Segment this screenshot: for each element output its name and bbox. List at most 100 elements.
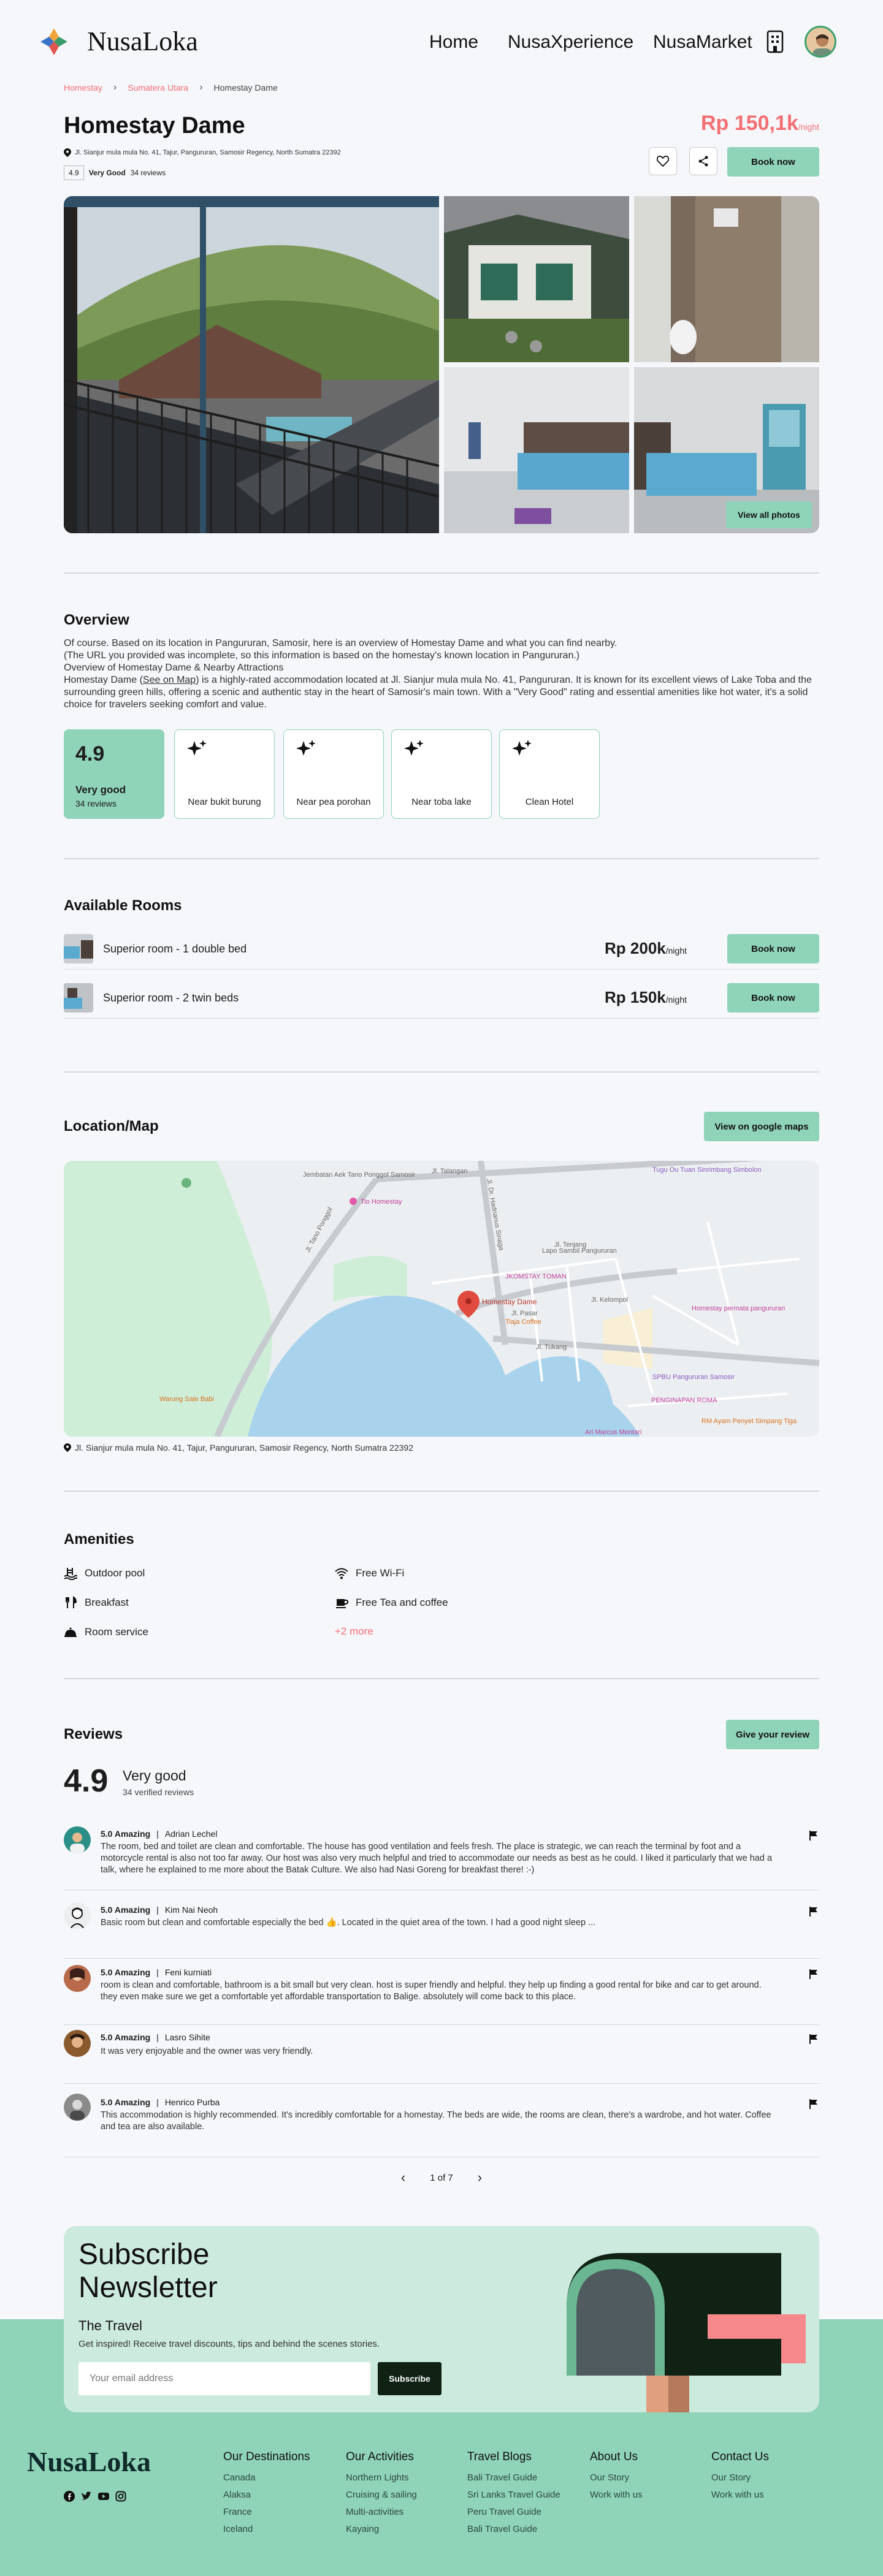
chevron-right-icon: › (113, 82, 117, 93)
see-on-map-link[interactable]: See on Map (143, 675, 196, 685)
instagram-icon[interactable] (115, 2491, 126, 2502)
newsletter-subtitle: The Travel (78, 2318, 142, 2333)
view-all-photos-button[interactable]: View all photos (726, 501, 812, 528)
breadcrumb-sumatera-utara[interactable]: Sumatera Utara (128, 83, 188, 93)
review-separator: | (156, 1829, 159, 1839)
room-thumbnail[interactable] (64, 983, 93, 1013)
amenity-label: Outdoor pool (85, 1567, 145, 1579)
review-text: This accommodation is highly recommended… (101, 2110, 771, 2132)
photo-bedroom-1[interactable] (444, 367, 629, 533)
flag-icon[interactable] (808, 1906, 819, 1917)
footer-link[interactable]: Iceland (223, 2524, 310, 2534)
review-header: 5.0 Amazing | Kim Nai Neoh (101, 1905, 218, 1915)
reviewer-name: Henrico Purba (164, 2097, 220, 2107)
overview-line: (The URL you provided was incomplete, so… (64, 650, 580, 661)
overview-line: Of course. Based on its location in Pang… (64, 638, 617, 648)
footer-logo[interactable]: NusaLoka (27, 2445, 151, 2478)
twitter-icon[interactable] (81, 2491, 92, 2502)
flag-icon[interactable] (808, 1969, 819, 1980)
footer-link[interactable]: Cruising & sailing (346, 2490, 417, 2500)
footer-link[interactable]: Bali Travel Guide (467, 2524, 560, 2534)
footer-column-activities: Our Activities Northern Lights Cruising … (346, 2450, 417, 2541)
map-label: Homestay permata pangururan (692, 1305, 785, 1312)
feature-label: Near toba lake (411, 797, 472, 807)
view-google-maps-button[interactable]: View on google maps (704, 1112, 819, 1141)
more-amenities-link[interactable]: +2 more (335, 1625, 373, 1638)
room-service-icon (64, 1627, 77, 1637)
subscribe-button[interactable]: Subscribe (378, 2362, 442, 2395)
location-pin-icon (64, 148, 71, 157)
logo-text[interactable]: NusaLoka (87, 26, 198, 57)
amenity-item: Outdoor pool (64, 1567, 145, 1580)
photo-bedroom-2[interactable]: View all photos (634, 367, 819, 533)
sparkle-icon (296, 740, 316, 756)
map-address-text: Jl. Sianjur mula mula No. 41, Tajur, Pan… (75, 1443, 413, 1453)
newsletter-description: Get inspired! Receive travel discounts, … (78, 2339, 380, 2349)
amenity-item: Free Tea and coffee (335, 1596, 448, 1609)
book-now-button[interactable]: Book now (727, 147, 819, 177)
nav-nusaxperience[interactable]: NusaXperience (508, 32, 633, 53)
nav-nusamarket[interactable]: NusaMarket (653, 32, 752, 53)
map-road-label: Jl. Kelompol (591, 1296, 628, 1304)
flag-icon[interactable] (808, 2099, 819, 2110)
mailbox-illustration (567, 2253, 806, 2412)
share-button[interactable] (689, 147, 717, 175)
footer-link[interactable]: Bali Travel Guide (467, 2472, 560, 2483)
footer-link[interactable]: Work with us (590, 2490, 643, 2500)
review-item: 5.0 Amazing | Feni kurniati room is clean … (64, 1959, 819, 2025)
rating-count: 34 reviews (130, 169, 166, 177)
review-item: 5.0 Amazing | Kim Nai Neoh Basic room but … (64, 1902, 819, 1959)
photo-exterior[interactable] (444, 196, 629, 362)
wifi-icon (335, 1568, 348, 1579)
heart-icon (657, 156, 669, 167)
map-label: Ari Marcus Mentari (585, 1429, 641, 1436)
rating-card-score: 4.9 (75, 742, 105, 766)
flag-icon[interactable] (808, 1830, 819, 1841)
main-photo[interactable] (64, 196, 439, 533)
user-avatar[interactable] (805, 26, 836, 58)
overview-text: Of course. Based on its location in Pang… (64, 637, 819, 711)
divider (64, 858, 819, 859)
location-map[interactable]: Jembatan Aek Tano Ponggol Samosir Jl. Ta… (64, 1161, 819, 1437)
newsletter-title: Subscribe Newsletter (78, 2238, 218, 2304)
breadcrumb-homestay[interactable]: Homestay (64, 83, 102, 93)
rooms-heading: Available Rooms (64, 897, 182, 914)
room-book-button[interactable]: Book now (727, 934, 819, 963)
email-input[interactable] (78, 2362, 370, 2395)
divider (64, 1491, 819, 1492)
building-icon[interactable] (765, 29, 785, 54)
review-item: 5.0 Amazing | Adrian Lechel The room, bed … (64, 1826, 819, 1890)
facebook-icon[interactable] (64, 2491, 75, 2502)
give-review-button[interactable]: Give your review (726, 1720, 819, 1749)
review-header: 5.0 Amazing | Henrico Purba (101, 2097, 220, 2107)
footer-link[interactable]: Our Story (711, 2472, 769, 2483)
reviewer-name: Adrian Lechel (164, 1829, 218, 1839)
youtube-icon[interactable] (98, 2491, 109, 2502)
chevron-right-icon[interactable]: › (478, 2170, 482, 2186)
footer-link[interactable]: Peru Travel Guide (467, 2507, 560, 2517)
logo-icon[interactable] (38, 26, 70, 58)
newsletter-title-line: Newsletter (78, 2271, 218, 2304)
room-name: Superior room - 1 double bed (103, 943, 247, 955)
chevron-left-icon[interactable]: ‹ (401, 2170, 405, 2186)
footer-link[interactable]: Sri Lanks Travel Guide (467, 2490, 560, 2500)
footer-link[interactable]: Multi-activities (346, 2507, 417, 2517)
room-thumbnail[interactable] (64, 934, 93, 963)
flag-icon[interactable] (808, 2034, 819, 2045)
footer-link[interactable]: Alaksa (223, 2490, 310, 2500)
map-label: Lapo Sambil Pangururan (542, 1247, 617, 1255)
footer-link[interactable]: Work with us (711, 2490, 769, 2500)
footer-link[interactable]: Our Story (590, 2472, 643, 2483)
review-separator: | (156, 1967, 159, 1977)
room-book-button[interactable]: Book now (727, 983, 819, 1013)
footer-link[interactable]: France (223, 2507, 310, 2517)
pool-icon (64, 1568, 77, 1580)
divider (64, 1678, 819, 1679)
photo-bathroom[interactable] (634, 196, 819, 362)
footer-link[interactable]: Kayaing (346, 2524, 417, 2534)
favorite-button[interactable] (649, 147, 677, 175)
nav-home[interactable]: Home (429, 32, 478, 53)
map-label: Warung Sate Babi (159, 1396, 214, 1403)
footer-link[interactable]: Canada (223, 2472, 310, 2483)
footer-link[interactable]: Northern Lights (346, 2472, 417, 2483)
